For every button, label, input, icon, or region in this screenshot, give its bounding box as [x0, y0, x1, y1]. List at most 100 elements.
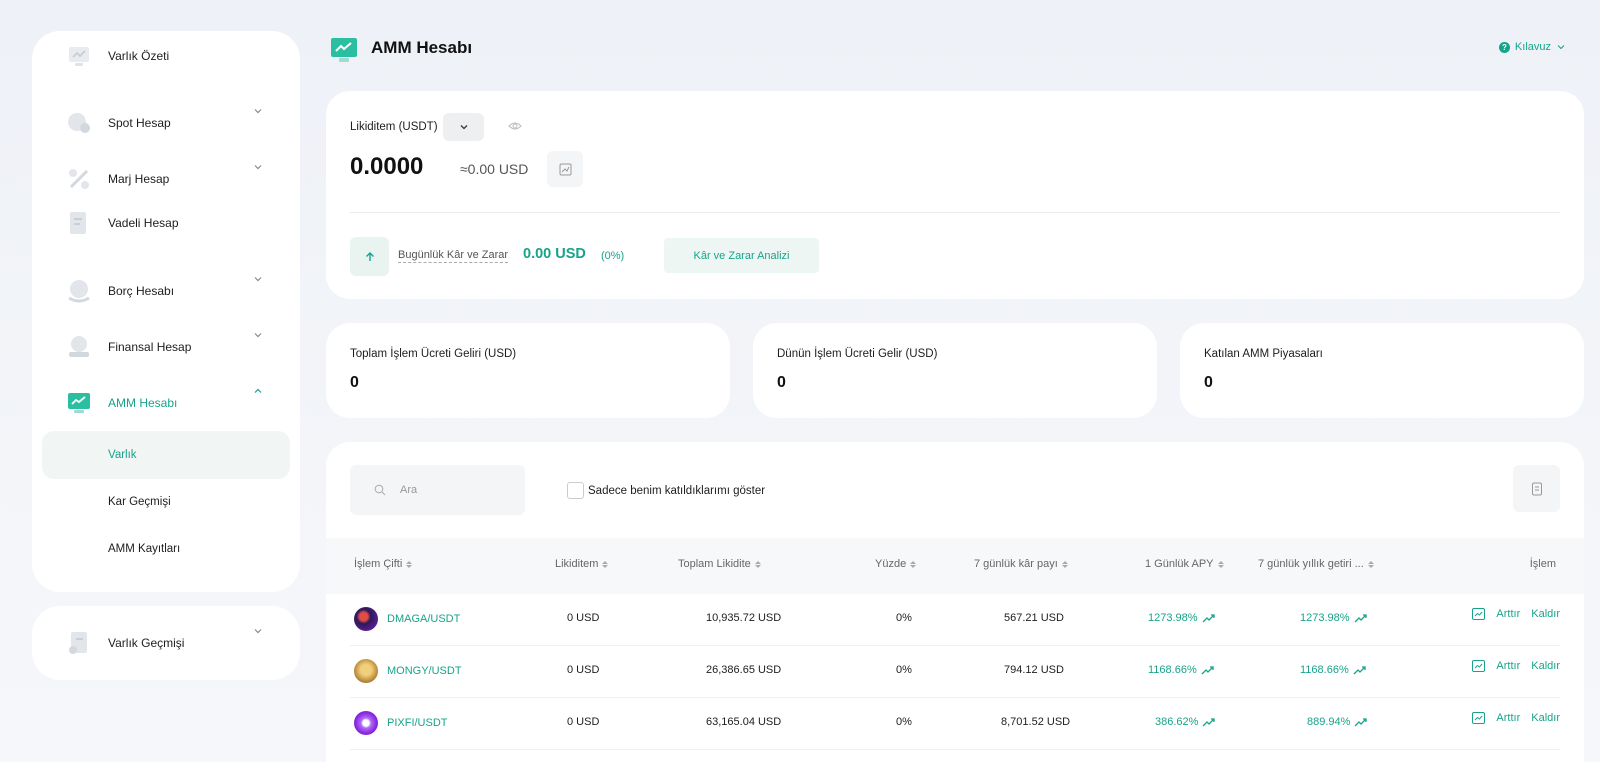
sort-icon	[1217, 560, 1224, 568]
chevron-down-icon[interactable]	[252, 273, 264, 285]
chevron-down-icon[interactable]	[252, 105, 264, 117]
sidebar-item-margin-account[interactable]: Marj Hesap	[32, 159, 300, 199]
table-header: İşlem Çifti Likiditem Toplam Likidite Yü…	[326, 538, 1584, 594]
col-action: İşlem	[1529, 558, 1556, 570]
stat-card-joined-markets: Katılan AMM Piyasaları 0	[1180, 323, 1584, 418]
unit-dropdown[interactable]	[443, 113, 484, 141]
sort-icon	[754, 560, 761, 568]
eye-icon[interactable]	[508, 119, 522, 133]
sidebar-subitem-label: AMM Kayıtları	[108, 543, 181, 555]
col-pair[interactable]: İşlem Çifti	[354, 558, 413, 570]
amm-markets-card: Sadece benim katıldıklarımı göster İşlem…	[326, 442, 1584, 762]
amm-account-icon	[66, 390, 92, 416]
sidebar-item-spot-account[interactable]: Spot Hesap	[32, 103, 300, 143]
apy-7d-cell: 1273.98%	[1300, 612, 1367, 624]
apy-1d-cell: 1273.98%	[1148, 612, 1215, 624]
remove-liquidity-link[interactable]: Kaldır	[1531, 712, 1560, 724]
only-joined-checkbox[interactable]	[567, 482, 584, 499]
sidebar-item-loan-account[interactable]: Borç Hesabı	[32, 271, 300, 311]
col-fee-7d[interactable]: 7 günlük kâr payı	[974, 558, 1068, 570]
pair-link[interactable]: DMAGA/USDT	[354, 607, 460, 631]
only-joined-filter[interactable]: Sadece benim katıldıklarımı göster	[567, 482, 765, 499]
pnl-analysis-button[interactable]: Kâr ve Zarar Analizi	[664, 238, 819, 273]
percent-cell: 0%	[896, 612, 912, 624]
sidebar-item-label: Borç Hesabı	[108, 284, 175, 298]
col-percent[interactable]: Yüzde	[875, 558, 917, 570]
spot-account-icon	[66, 110, 92, 136]
sidebar-subitem-label: Kar Geçmişi	[108, 496, 171, 508]
fee-7d-cell: 567.21 USD	[1004, 612, 1064, 624]
sidebar-subitem-assets[interactable]: Varlık	[42, 431, 290, 479]
records-button[interactable]	[1513, 465, 1560, 512]
chart-icon	[559, 163, 571, 175]
sidebar-subitem-amm-records[interactable]: AMM Kayıtları	[42, 525, 290, 573]
coin-logo	[354, 659, 378, 683]
sidebar-item-label: AMM Hesabı	[108, 396, 178, 410]
col-liquidity[interactable]: Likiditem	[555, 558, 609, 570]
sort-icon	[1367, 560, 1374, 568]
stat-card-yesterday-fee: Dünün İşlem Ücreti Gelir (USD) 0	[753, 323, 1157, 418]
document-icon	[1531, 482, 1542, 495]
sidebar-item-label: Spot Hesap	[108, 116, 171, 130]
stat-label: Katılan AMM Piyasaları	[1204, 348, 1323, 360]
chevron-down-icon[interactable]	[252, 625, 264, 637]
sort-icon	[910, 560, 917, 568]
chart-icon[interactable]	[1472, 660, 1486, 672]
amm-account-icon	[331, 38, 357, 62]
total-liquidity-cell: 10,935.72 USD	[706, 612, 782, 624]
table-row: DMAGA/USDT 0 USD 10,935.72 USD 0% 567.21…	[350, 594, 1560, 646]
sidebar-subitem-label: Varlık	[108, 449, 137, 461]
sidebar-item-asset-history[interactable]: Varlık Geçmişi	[32, 623, 300, 663]
table-row: PIXFI/USDT 0 USD 63,165.04 USD 0% 8,701.…	[350, 698, 1560, 750]
col-total-liquidity[interactable]: Toplam Likidite	[678, 558, 761, 570]
finance-account-icon	[66, 334, 92, 360]
asset-overview-icon	[66, 43, 92, 69]
percent-cell: 0%	[896, 664, 912, 676]
col-apy-7d[interactable]: 7 günlük yıllık getiri ...	[1258, 558, 1374, 570]
sidebar-history-card: Varlık Geçmişi	[32, 606, 300, 680]
chevron-up-icon[interactable]	[252, 385, 264, 397]
add-liquidity-link[interactable]: Arttır	[1496, 660, 1520, 672]
pair-link[interactable]: PIXFI/USDT	[354, 711, 448, 735]
trend-up-icon	[1353, 666, 1366, 675]
chevron-down-icon[interactable]	[252, 329, 264, 341]
guide-label: Kılavuz	[1514, 41, 1551, 53]
table-row: MONGY/USDT 0 USD 26,386.65 USD 0% 794.12…	[350, 646, 1560, 698]
add-liquidity-link[interactable]: Arttır	[1496, 712, 1520, 724]
divider	[350, 212, 1560, 213]
chevron-down-icon[interactable]	[252, 161, 264, 173]
chart-button[interactable]	[547, 151, 583, 187]
sidebar-item-amm-account[interactable]: AMM Hesabı	[32, 383, 300, 423]
search-icon	[374, 484, 386, 496]
sidebar-item-finance-account[interactable]: Finansal Hesap	[32, 327, 300, 367]
sidebar-item-label: Vadeli Hesap	[108, 216, 179, 230]
sidebar-item-asset-overview[interactable]: Varlık Özeti	[32, 36, 300, 76]
sidebar-item-futures-account[interactable]: Vadeli Hesap	[32, 203, 300, 243]
pnl-value: 0.00 USD	[523, 246, 586, 262]
search-input[interactable]	[400, 484, 510, 496]
percent-cell: 0%	[896, 716, 912, 728]
liquidity-cell: 0 USD	[567, 664, 600, 676]
stat-label: Toplam İşlem Ücreti Geliri (USD)	[350, 348, 517, 360]
col-apy-1d[interactable]: 1 Günlük APY	[1145, 558, 1224, 570]
remove-liquidity-link[interactable]: Kaldır	[1531, 608, 1560, 620]
arrow-up-icon	[365, 251, 374, 261]
add-liquidity-link[interactable]: Arttır	[1496, 608, 1520, 620]
sidebar-subitem-profit-history[interactable]: Kar Geçmişi	[42, 478, 290, 526]
sort-icon	[1061, 560, 1068, 568]
sort-icon	[406, 560, 413, 568]
stat-label: Dünün İşlem Ücreti Gelir (USD)	[777, 348, 938, 360]
sidebar-item-label: Finansal Hesap	[108, 340, 192, 354]
trend-up-icon	[1202, 718, 1216, 727]
remove-liquidity-link[interactable]: Kaldır	[1531, 660, 1560, 672]
chart-icon[interactable]	[1472, 608, 1486, 620]
pnl-label[interactable]: Bugünlük Kâr ve Zarar	[398, 249, 509, 263]
liquidity-cell: 0 USD	[567, 612, 600, 624]
pair-link[interactable]: MONGY/USDT	[354, 659, 462, 683]
guide-link[interactable]: ? Kılavuz	[1498, 41, 1566, 53]
futures-account-icon	[66, 210, 92, 236]
chart-icon[interactable]	[1472, 712, 1486, 724]
stat-card-total-fee: Toplam İşlem Ücreti Geliri (USD) 0	[326, 323, 730, 418]
help-icon: ?	[1498, 41, 1510, 53]
stat-value: 0	[1204, 374, 1213, 391]
